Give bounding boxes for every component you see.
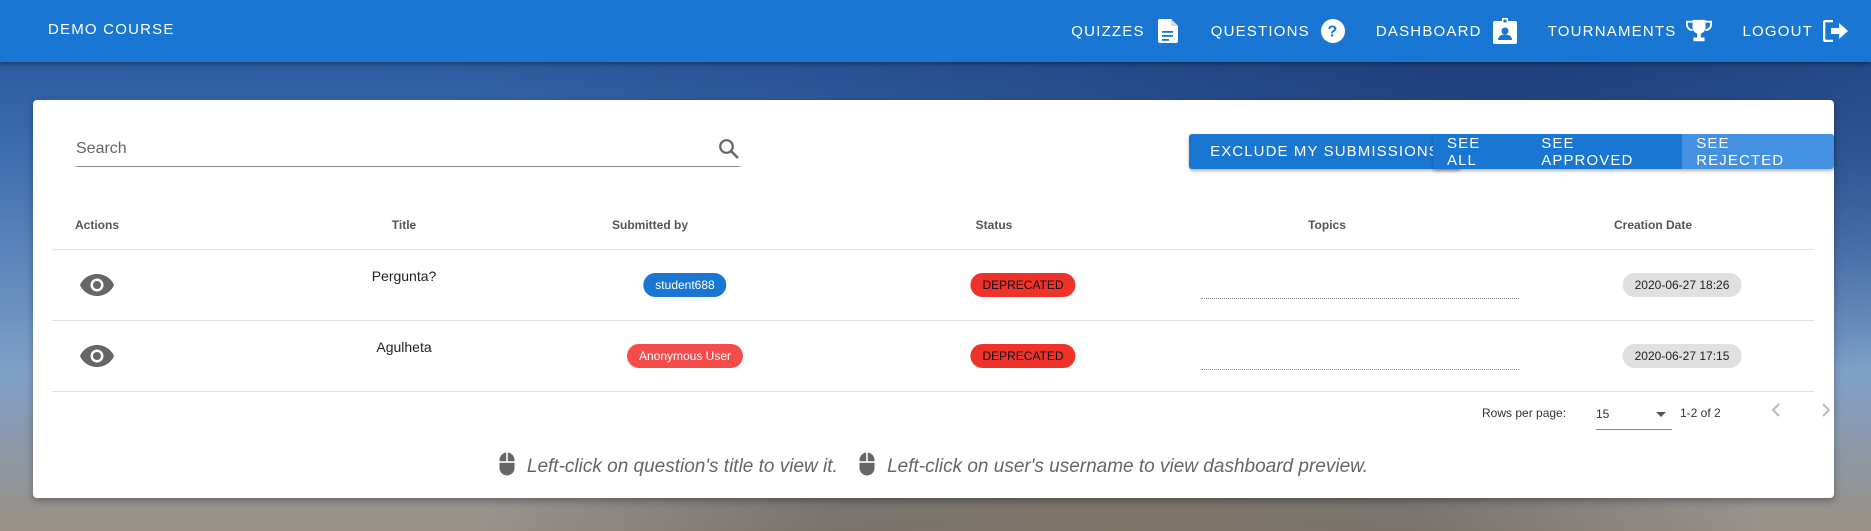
search-field[interactable] <box>76 136 740 167</box>
creation-date-label: 2020-06-27 17:15 <box>1622 344 1742 368</box>
chevron-left-icon[interactable] <box>1766 400 1786 423</box>
course-title[interactable]: DEMO COURSE <box>48 21 175 38</box>
nav-quizzes[interactable]: QUIZZES <box>1071 18 1180 44</box>
question-title[interactable]: Pergunta? <box>372 268 437 284</box>
hint-dashboard-preview: Left-click on user's username to view da… <box>859 452 1368 482</box>
nav-logout-label: LOGOUT <box>1742 22 1813 40</box>
header-topics[interactable]: Topics <box>1308 218 1346 232</box>
svg-text:?: ? <box>1327 24 1338 41</box>
creation-date: 2020-06-27 18:26 <box>1622 273 1742 297</box>
see-all-button[interactable]: SEE ALL <box>1433 134 1528 169</box>
mouse-icon <box>498 452 515 482</box>
nav-logout[interactable]: LOGOUT <box>1742 18 1849 44</box>
submissions-card: EXCLUDE MY SUBMISSIONS SEE ALL SEE APPRO… <box>33 100 1834 498</box>
header-status[interactable]: Status <box>976 218 1013 232</box>
status-badge: DEPRECATED <box>970 273 1076 297</box>
header-creation-date[interactable]: Creation Date <box>1614 218 1692 232</box>
status-label: DEPRECATED <box>970 273 1076 297</box>
hint-view-question: Left-click on question's title to view i… <box>498 452 838 482</box>
nav-dashboard[interactable]: DASHBOARD <box>1376 18 1518 44</box>
pagination-range: 1-2 of 2 <box>1680 406 1721 420</box>
submitter-username[interactable]: Anonymous User <box>626 344 744 368</box>
nav-dashboard-label: DASHBOARD <box>1375 22 1482 40</box>
nav-questions[interactable]: QUESTIONS ? <box>1211 18 1346 44</box>
rows-per-page-label: Rows per page: <box>1482 406 1567 420</box>
nav-tournaments[interactable]: TOURNAMENTS <box>1548 18 1713 44</box>
exclude-my-submissions-button[interactable]: EXCLUDE MY SUBMISSIONS <box>1189 134 1461 169</box>
file-document-icon <box>1155 18 1181 44</box>
header-title[interactable]: Title <box>392 218 416 232</box>
table-row: Pergunta? student688 DEPRECATED 2020-06-… <box>52 250 1814 321</box>
help-circle-icon: ? <box>1320 18 1346 44</box>
creation-date-label: 2020-06-27 18:26 <box>1622 273 1742 297</box>
submitter-username[interactable]: student688 <box>643 273 727 297</box>
table-row: Agulheta Anonymous User DEPRECATED 2020-… <box>52 321 1814 392</box>
submitter-chip[interactable]: student688 <box>643 273 727 297</box>
topics-field[interactable] <box>1201 369 1519 370</box>
hint-view-question-text: Left-click on question's title to view i… <box>526 456 838 477</box>
header-submitted-by[interactable]: Submitted by <box>612 218 688 232</box>
eye-icon[interactable] <box>79 271 115 299</box>
trophy-icon <box>1686 18 1713 44</box>
rows-per-page-select[interactable]: 15 <box>1596 397 1672 430</box>
see-rejected-button[interactable]: SEE REJECTED <box>1682 134 1834 169</box>
usage-hints: Left-click on question's title to view i… <box>33 452 1834 482</box>
creation-date: 2020-06-27 17:15 <box>1622 344 1742 368</box>
table-header: Actions Title Submitted by Status Topics… <box>52 206 1814 250</box>
nav-questions-label: QUESTIONS <box>1210 22 1310 40</box>
app-bar: DEMO COURSE QUIZZES QUESTIONS ? DASHBOAR… <box>0 0 1871 62</box>
nav-tournaments-label: TOURNAMENTS <box>1547 22 1677 40</box>
chevron-down-icon <box>1656 412 1666 417</box>
topics-field[interactable] <box>1201 298 1519 299</box>
logout-icon <box>1823 18 1849 44</box>
see-approved-button[interactable]: SEE APPROVED <box>1527 134 1683 169</box>
eye-icon[interactable] <box>79 342 115 370</box>
nav-quizzes-label: QUIZZES <box>1071 22 1145 40</box>
rows-per-page-value: 15 <box>1596 407 1610 421</box>
search-input[interactable] <box>76 136 676 162</box>
question-title[interactable]: Agulheta <box>376 339 431 355</box>
header-actions[interactable]: Actions <box>75 218 119 232</box>
table-pagination: Rows per page: 15 1-2 of 2 <box>52 392 1831 432</box>
status-label: DEPRECATED <box>970 344 1076 368</box>
submitter-chip[interactable]: Anonymous User <box>626 344 744 368</box>
account-box-icon <box>1492 18 1518 44</box>
hint-dashboard-preview-text: Left-click on user's username to view da… <box>887 456 1369 477</box>
search-icon[interactable] <box>718 138 740 165</box>
status-badge: DEPRECATED <box>970 344 1076 368</box>
mouse-icon <box>859 452 876 482</box>
status-filter-toggle: SEE ALL SEE APPROVED SEE REJECTED <box>1433 134 1834 169</box>
chevron-right-icon[interactable] <box>1816 400 1836 423</box>
top-nav: QUIZZES QUESTIONS ? DASHBOARD TOURNAMENT… <box>1041 0 1849 62</box>
